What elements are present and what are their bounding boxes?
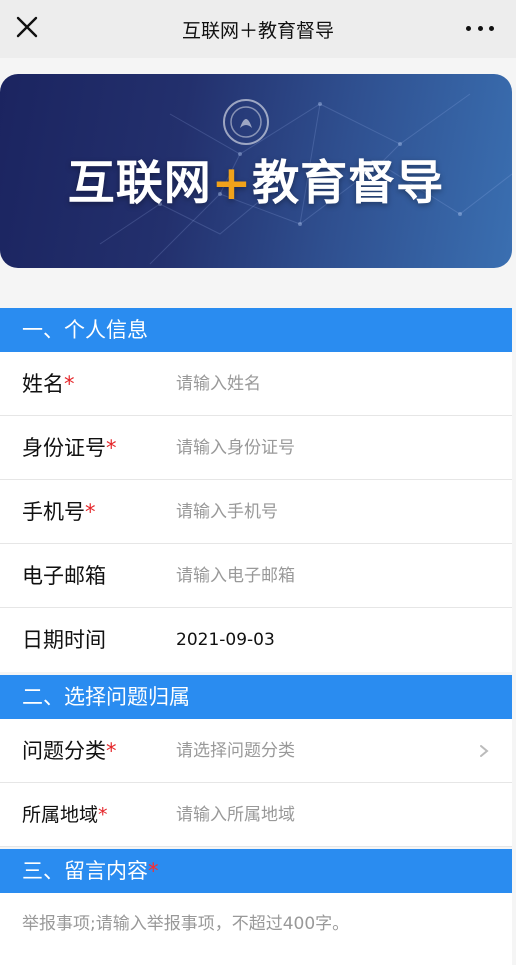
close-icon[interactable] — [12, 12, 42, 42]
phone-label: 手机号* — [22, 500, 96, 524]
top-navigation-bar: 互联网＋教育督导 — [0, 0, 516, 58]
id-number-label: 身份证号* — [22, 436, 117, 460]
phone-input[interactable]: 请输入手机号 — [176, 480, 476, 544]
region-label: 所属地域* — [22, 804, 108, 826]
datetime-field[interactable]: 日期时间 2021-09-03 — [0, 608, 512, 672]
page-title: 互联网＋教育督导 — [181, 19, 334, 42]
section-header-personal-info: 一、个人信息 — [0, 308, 512, 352]
problem-category-field[interactable]: 问题分类* 请选择问题分类 — [0, 719, 512, 783]
chevron-right-icon[interactable] — [478, 743, 490, 759]
report-textarea[interactable]: 举报事项;请输入举报事项，不超过400字。 — [0, 893, 512, 965]
datetime-label: 日期时间 — [22, 628, 106, 652]
name-input[interactable]: 请输入姓名 — [176, 352, 476, 416]
id-number-input[interactable]: 请输入身份证号 — [176, 416, 476, 480]
name-field[interactable]: 姓名* 请输入姓名 — [0, 352, 512, 416]
id-number-field[interactable]: 身份证号* 请输入身份证号 — [0, 416, 512, 480]
banner: 互联网+教育督导 — [0, 74, 512, 268]
problem-category-label: 问题分类* — [22, 739, 117, 763]
email-field[interactable]: 电子邮箱 请输入电子邮箱 — [0, 544, 512, 608]
email-label: 电子邮箱 — [22, 564, 106, 588]
datetime-input[interactable]: 2021-09-03 — [176, 608, 476, 672]
email-input[interactable]: 请输入电子邮箱 — [176, 544, 476, 608]
more-dots-icon[interactable] — [466, 18, 494, 38]
banner-title: 互联网+教育督导 — [67, 156, 445, 211]
name-label: 姓名* — [22, 372, 75, 396]
problem-category-select[interactable]: 请选择问题分类 — [176, 719, 476, 783]
form-page: 互联网+教育督导 一、个人信息 姓名* 请输入姓名 身份证号* 请输入身份证号 … — [0, 58, 516, 965]
section-header-message: 三、留言内容* — [0, 849, 512, 893]
region-field[interactable]: 所属地域* 请输入所属地域 — [0, 783, 512, 847]
section-header-problem-category: 二、选择问题归属 — [0, 675, 512, 719]
school-emblem-icon — [223, 99, 269, 145]
report-textarea-placeholder: 举报事项;请输入举报事项，不超过400字。 — [22, 914, 350, 934]
region-input[interactable]: 请输入所属地域 — [176, 783, 476, 847]
phone-field[interactable]: 手机号* 请输入手机号 — [0, 480, 512, 544]
